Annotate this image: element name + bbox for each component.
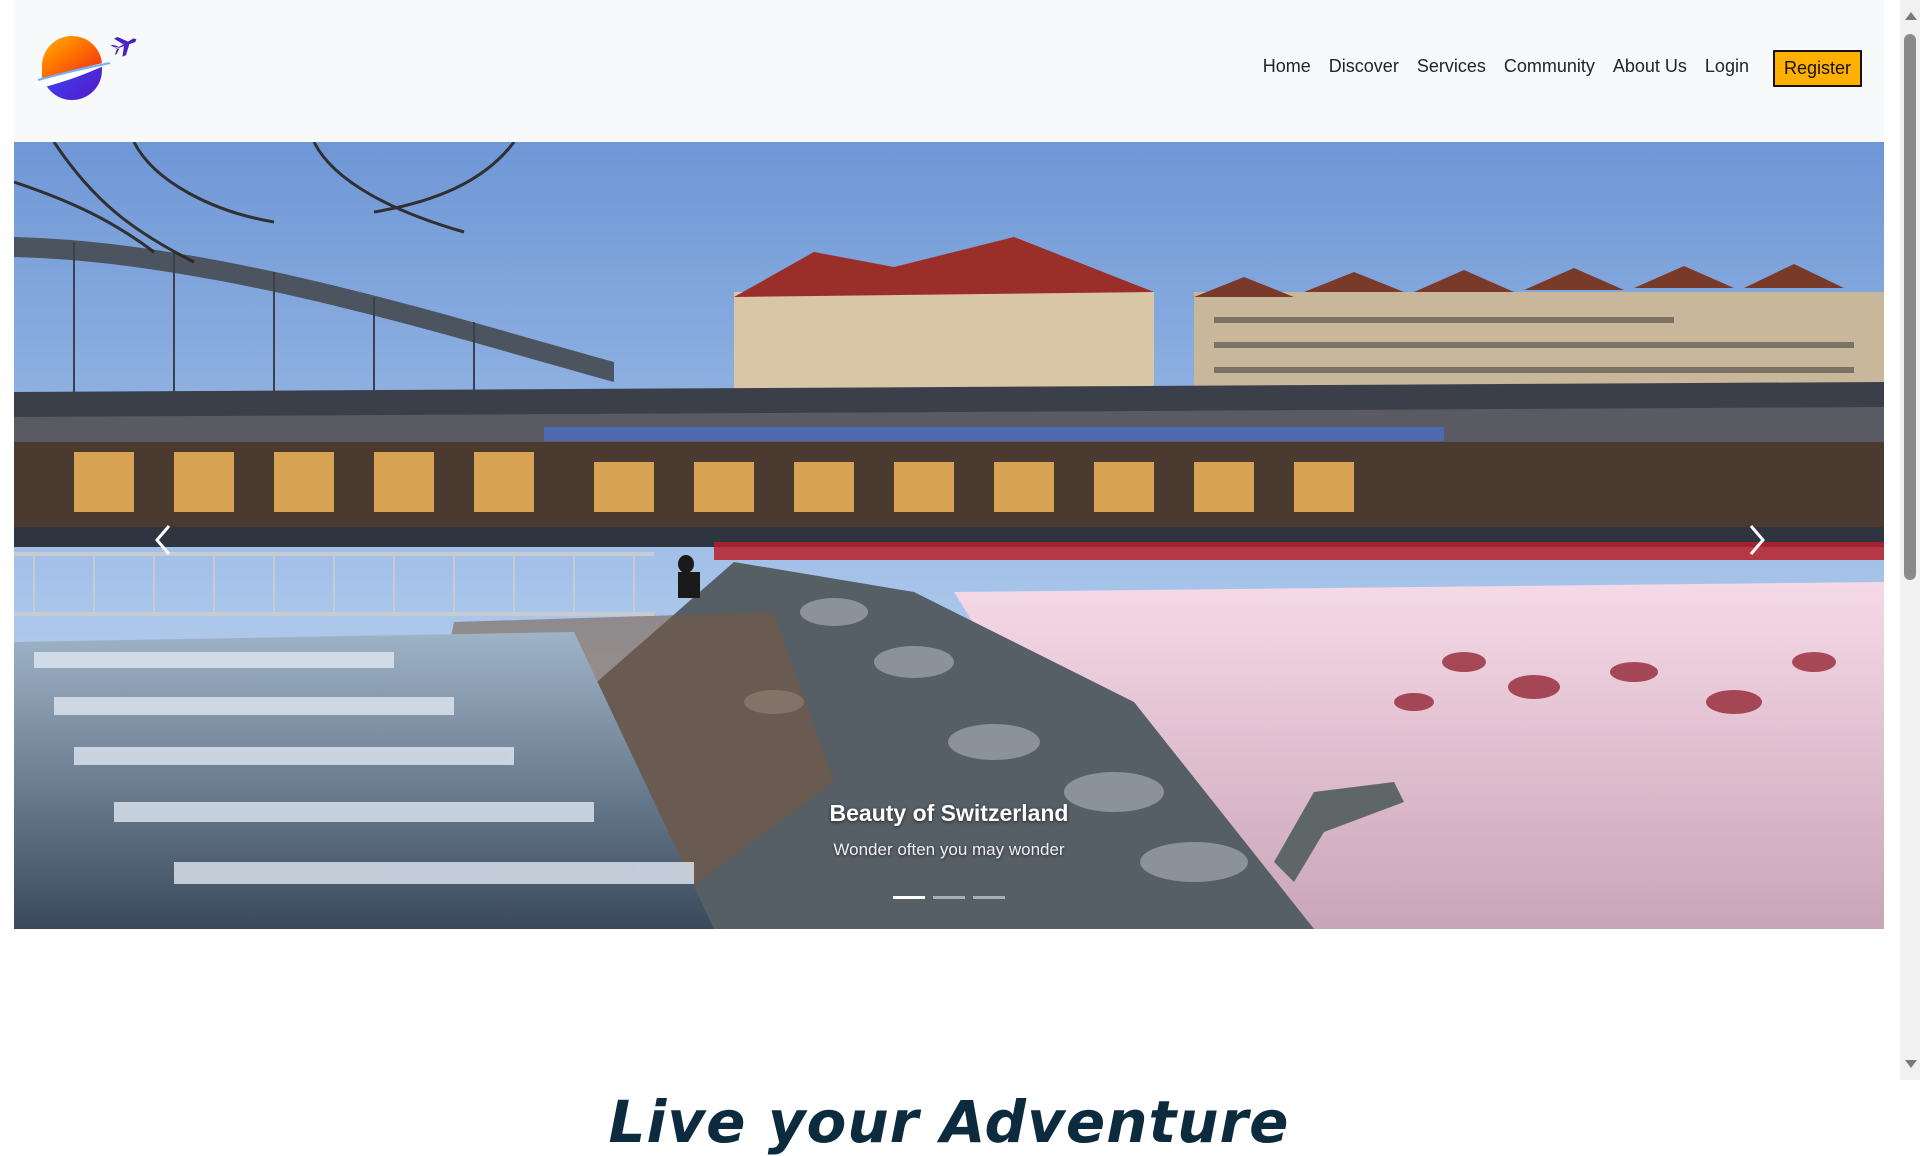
carousel-prev-button[interactable] (134, 510, 194, 570)
hero-carousel: Beauty of Switzerland Wonder often you m… (14, 142, 1884, 929)
nav-community-link[interactable]: Community (1504, 56, 1595, 77)
nav-services-link[interactable]: Services (1417, 56, 1486, 77)
chevron-left-icon (155, 525, 171, 555)
carousel-indicators (14, 896, 1884, 899)
carousel-caption-title: Beauty of Switzerland (829, 800, 1069, 826)
nav-home-link[interactable]: Home (1263, 56, 1311, 77)
nav-discover-link[interactable]: Discover (1329, 56, 1399, 77)
nav-about-link[interactable]: About Us (1613, 56, 1687, 77)
chevron-right-icon (1749, 525, 1765, 555)
nav-links: Home Discover Services Community About U… (1263, 46, 1862, 87)
scroll-down-icon[interactable] (1905, 1060, 1917, 1068)
scroll-thumb[interactable] (1904, 34, 1916, 580)
logo[interactable] (30, 30, 142, 104)
page: Home Discover Services Community About U… (14, 0, 1884, 1156)
logo-globe-plane-icon (34, 35, 137, 100)
carousel-caption-subtitle: Wonder often you may wonder (833, 840, 1065, 859)
register-button[interactable]: Register (1772, 49, 1862, 87)
nav-login-link[interactable]: Login (1705, 56, 1749, 77)
carousel-next-button[interactable] (1726, 510, 1786, 570)
scrollbar[interactable] (1900, 0, 1920, 1080)
carousel-indicator-2[interactable] (933, 896, 965, 899)
carousel-indicator-3[interactable] (973, 896, 1005, 899)
navbar: Home Discover Services Community About U… (14, 0, 1884, 142)
scroll-up-icon[interactable] (1905, 12, 1917, 20)
section-title: Live your Adventure (608, 1088, 1290, 1156)
carousel-indicator-1[interactable] (893, 896, 925, 899)
